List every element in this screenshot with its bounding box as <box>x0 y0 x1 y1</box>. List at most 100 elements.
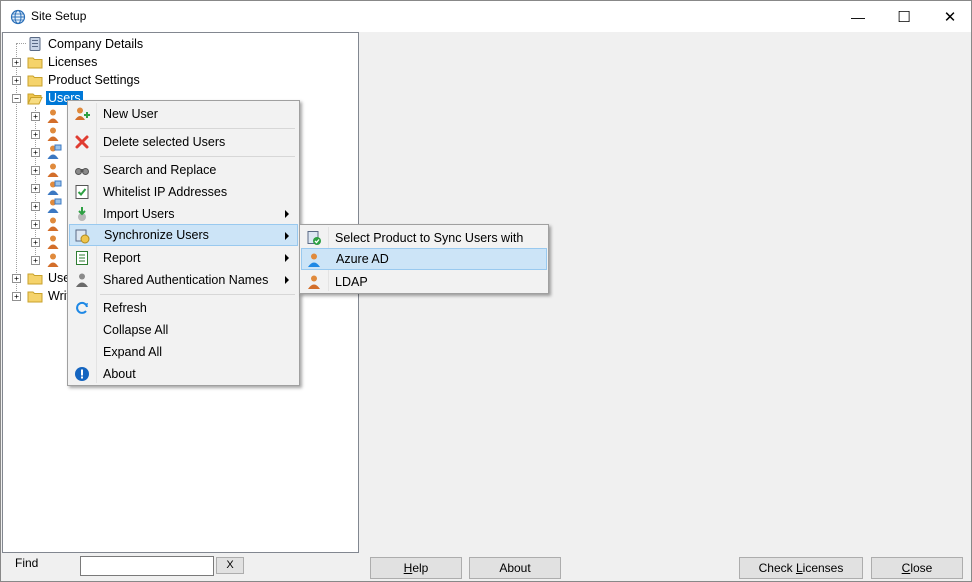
menu-item-label: Report <box>103 251 141 265</box>
menu-item-label: New User <box>103 107 158 121</box>
submenu-arrow-icon <box>285 210 289 218</box>
menu-item-label: Expand All <box>103 345 163 359</box>
tree-item-label: Product Settings <box>48 73 140 87</box>
user-icon <box>47 253 59 267</box>
submenu-arrow-icon <box>285 276 289 284</box>
expand-toggle[interactable]: + <box>31 112 40 121</box>
delete-icon <box>75 135 89 149</box>
users-context-menu[interactable]: New User Delete selected Users Search an… <box>67 100 300 386</box>
maximize-button[interactable]: ☐ <box>881 1 927 32</box>
find-input[interactable] <box>80 556 214 576</box>
tree-item-company-details[interactable]: Company Details <box>3 35 358 53</box>
menu-item-label: Select Product to Sync Users with <box>335 231 524 245</box>
menu-item-refresh[interactable]: Refresh <box>70 297 297 319</box>
ldap-user-icon <box>308 275 320 289</box>
expand-toggle[interactable]: + <box>31 220 40 229</box>
submenu-arrow-icon <box>285 254 289 262</box>
database-icon <box>29 37 41 51</box>
user-icon <box>47 217 59 231</box>
close-button[interactable]: Close <box>871 557 963 579</box>
menu-item-ldap[interactable]: LDAP <box>302 271 546 293</box>
product-check-icon <box>307 231 321 245</box>
find-label: Find <box>15 556 39 570</box>
user-icon <box>47 163 59 177</box>
tree-item-label: Company Details <box>48 37 144 51</box>
close-icon: ✕ <box>943 8 957 26</box>
menu-item-import-users[interactable]: Import Users <box>70 203 297 225</box>
menu-item-shared-auth-names[interactable]: Shared Authentication Names <box>70 269 297 291</box>
minimize-button[interactable]: — <box>835 1 881 32</box>
check-label-pre: Check <box>758 561 796 575</box>
menu-item-delete-users[interactable]: Delete selected Users <box>70 131 297 153</box>
expand-toggle[interactable]: + <box>31 238 40 247</box>
user-icon <box>47 127 59 141</box>
menu-separator <box>100 156 295 157</box>
expand-toggle[interactable]: + <box>12 274 21 283</box>
expand-toggle[interactable]: + <box>31 148 40 157</box>
expand-toggle[interactable]: + <box>31 166 40 175</box>
menu-item-label: Search and Replace <box>103 163 217 177</box>
expand-toggle[interactable]: + <box>12 58 21 67</box>
expand-toggle[interactable]: + <box>31 130 40 139</box>
expand-toggle[interactable]: + <box>31 184 40 193</box>
tree-item-licenses[interactable]: + Licenses <box>3 53 358 71</box>
close-label-post: lose <box>910 561 933 575</box>
menu-item-search-replace[interactable]: Search and Replace <box>70 159 297 181</box>
expand-toggle[interactable]: + <box>31 202 40 211</box>
help-button[interactable]: Help <box>370 557 462 579</box>
collapse-toggle[interactable]: − <box>12 94 21 103</box>
folder-icon <box>27 291 43 303</box>
expand-toggle[interactable]: + <box>12 292 21 301</box>
menu-item-label: Azure AD <box>336 252 389 266</box>
user-group-icon <box>47 198 62 213</box>
window-title: Site Setup <box>31 9 87 23</box>
info-icon <box>75 367 89 381</box>
binoculars-icon <box>75 168 89 175</box>
check-label-accel: L <box>795 561 803 575</box>
menu-item-about[interactable]: About <box>70 363 297 385</box>
menu-item-whitelist-ip[interactable]: Whitelist IP Addresses <box>70 181 297 203</box>
expand-toggle[interactable]: + <box>12 76 21 85</box>
folder-open-icon <box>27 93 43 105</box>
title-bar[interactable]: Site Setup — ☐ ✕ <box>1 1 971 32</box>
check-licenses-button[interactable]: Check Licenses <box>739 557 863 579</box>
check-label-post: icenses <box>802 561 844 575</box>
menu-item-new-user[interactable]: New User <box>70 103 297 125</box>
menu-separator <box>100 294 295 295</box>
import-icon <box>78 207 86 221</box>
shared-user-icon <box>76 273 88 287</box>
menu-item-synchronize-users[interactable]: Synchronize Users <box>69 224 298 246</box>
menu-item-expand-all[interactable]: Expand All <box>70 341 297 363</box>
sync-users-icon <box>75 229 90 244</box>
menu-item-label: Collapse All <box>103 323 169 337</box>
maximize-icon: ☐ <box>897 8 911 26</box>
menu-item-select-product[interactable]: Select Product to Sync Users with <box>302 227 546 249</box>
menu-item-label: Delete selected Users <box>103 135 226 149</box>
menu-item-label: Refresh <box>103 301 147 315</box>
help-label-post: elp <box>412 561 429 575</box>
user-icon <box>47 235 59 249</box>
folder-icon <box>27 57 43 69</box>
minimize-icon: — <box>851 8 865 25</box>
expand-toggle[interactable]: + <box>31 256 40 265</box>
tree-item-product-settings[interactable]: + Product Settings <box>3 71 358 89</box>
folder-icon <box>27 273 43 285</box>
menu-item-report[interactable]: Report <box>70 247 297 269</box>
menu-item-collapse-all[interactable]: Collapse All <box>70 319 297 341</box>
refresh-icon <box>76 301 88 314</box>
menu-item-label: Import Users <box>103 207 175 221</box>
find-clear-button[interactable]: X <box>216 557 244 574</box>
globe-icon <box>10 9 26 25</box>
report-icon <box>76 251 88 265</box>
add-user-icon <box>75 107 90 120</box>
about-button[interactable]: About <box>469 557 561 579</box>
close-window-button[interactable]: ✕ <box>927 1 972 32</box>
azure-user-icon <box>308 253 320 267</box>
menu-item-azure-ad[interactable]: Azure AD <box>301 248 547 270</box>
tree-item-label: Licenses <box>48 55 98 69</box>
sync-submenu[interactable]: Select Product to Sync Users with Azure … <box>299 224 549 294</box>
menu-item-label: Shared Authentication Names <box>103 273 269 287</box>
user-icon <box>47 109 59 123</box>
menu-item-label: LDAP <box>335 275 368 289</box>
menu-item-label: About <box>103 367 136 381</box>
